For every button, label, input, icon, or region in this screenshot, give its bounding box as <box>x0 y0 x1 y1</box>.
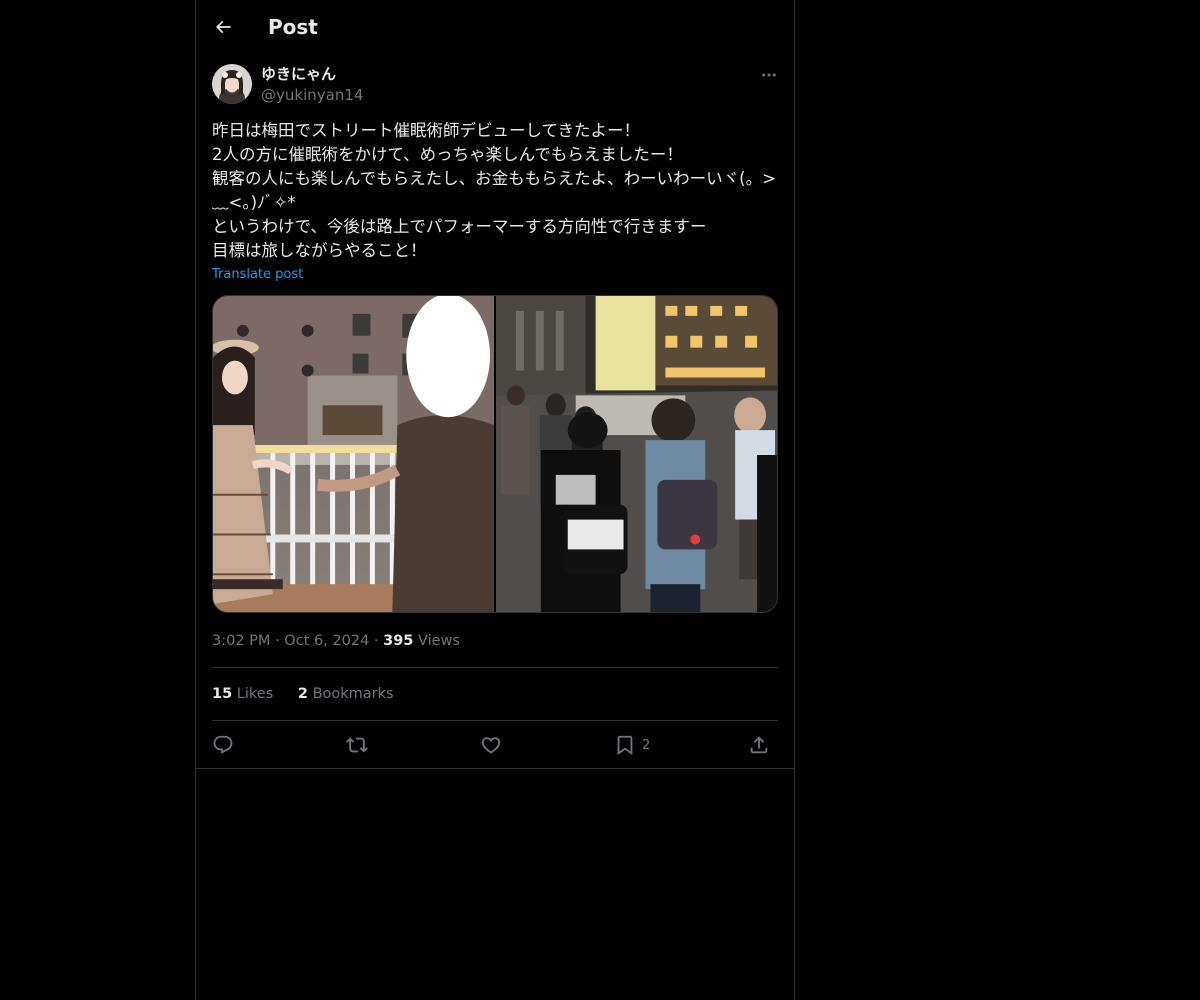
bookmark-icon <box>617 735 633 756</box>
divider <box>212 667 778 668</box>
meta-separator: · <box>275 633 280 649</box>
action-bar: 2 <box>212 732 778 758</box>
post-media <box>212 295 778 613</box>
post-stats: 15 Likes 2 Bookmarks <box>212 684 414 704</box>
heart-icon <box>481 737 501 754</box>
post-date[interactable]: Oct 6, 2024 <box>284 633 369 649</box>
repost-icon <box>346 737 368 753</box>
arrow-left-icon <box>215 20 231 34</box>
author-display-name[interactable]: ゆきにゃん <box>261 64 336 84</box>
like-button[interactable] <box>480 732 502 758</box>
bookmarks-label: Bookmarks <box>312 686 394 702</box>
photo-crowd-image <box>496 296 777 612</box>
likes-stat[interactable]: 15 Likes <box>212 686 273 702</box>
photo-performer-image <box>213 296 494 612</box>
reply-icon <box>213 735 233 754</box>
bookmarks-count: 2 <box>297 686 308 702</box>
more-options-button[interactable] <box>756 64 782 86</box>
post-meta: 3:02 PM · Oct 6, 2024 · 395 Views <box>212 631 460 651</box>
post-column: Post ゆきにゃん @yukinyan14 昨日は梅田でストリート催眠術師デビ… <box>195 0 795 1000</box>
avatar-photo <box>212 64 252 104</box>
back-button[interactable] <box>207 11 239 43</box>
views-count: 395 <box>383 633 414 649</box>
media-photo-1[interactable] <box>213 296 494 612</box>
page-title: Post <box>268 15 318 39</box>
reply-button[interactable] <box>212 732 234 758</box>
views-label: Views <box>418 633 460 649</box>
more-horizontal-icon <box>762 73 776 77</box>
bookmark-count: 2 <box>642 737 651 753</box>
translate-post-link[interactable]: Translate post <box>212 266 303 284</box>
bookmark-button[interactable]: 2 <box>614 732 650 758</box>
header: Post <box>196 0 794 54</box>
repost-button[interactable] <box>346 732 368 758</box>
likes-count: 15 <box>212 686 233 702</box>
meta-separator: · <box>373 633 379 649</box>
post-text: 昨日は梅田でストリート催眠術師デビューしてきたよー！ 2人の方に催眠術をかけて、… <box>212 121 776 260</box>
author-handle[interactable]: @yukinyan14 <box>261 85 363 105</box>
bookmarks-stat[interactable]: 2 Bookmarks <box>298 686 394 702</box>
divider <box>212 720 778 721</box>
avatar[interactable] <box>212 64 252 104</box>
likes-label: Likes <box>236 686 274 702</box>
share-button[interactable] <box>748 732 770 758</box>
post-bottom-border <box>196 768 794 769</box>
post-time[interactable]: 3:02 PM <box>212 633 270 649</box>
media-photo-2[interactable] <box>496 296 777 612</box>
share-icon <box>750 736 768 754</box>
